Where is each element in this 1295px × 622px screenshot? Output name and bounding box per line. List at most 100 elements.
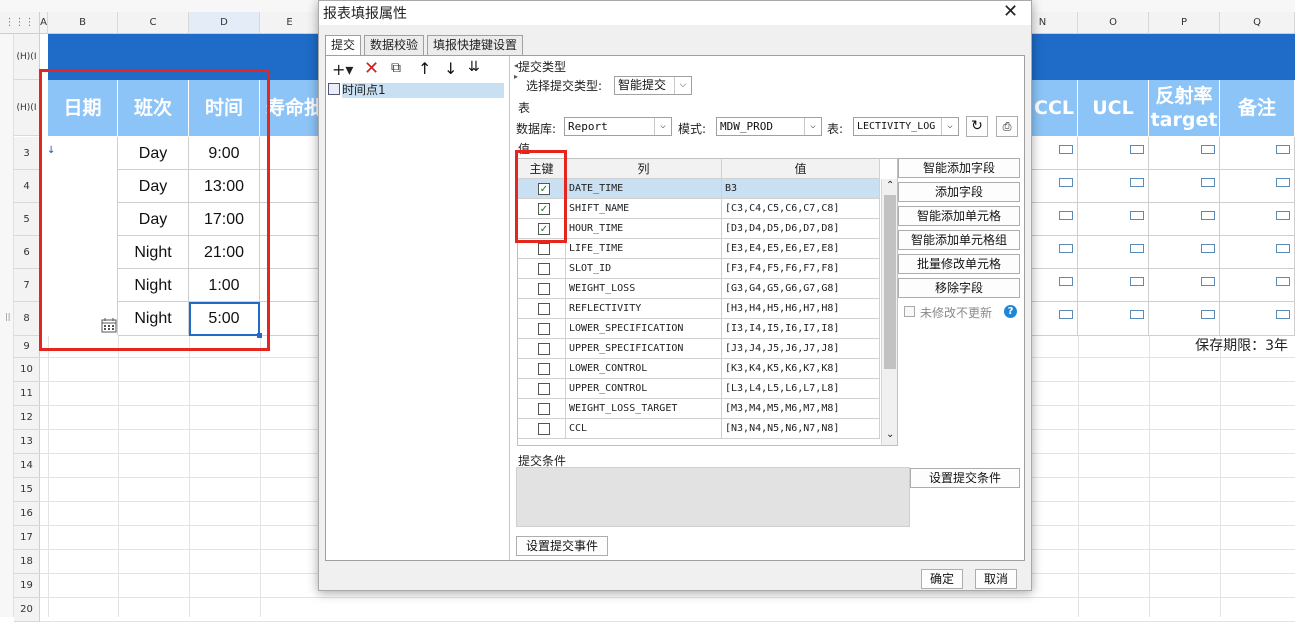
- input-cell[interactable]: [1078, 170, 1149, 203]
- column-header-o[interactable]: O: [1078, 12, 1149, 34]
- grid-scrollbar[interactable]: ⌃ ⌄: [881, 179, 897, 445]
- cell-widget[interactable]: [1059, 244, 1073, 253]
- table-row[interactable]: LOWER_SPECIFICATION [I3,I4,I5,I6,I7,I8]: [518, 319, 880, 339]
- table-row[interactable]: CCL [N3,N4,N5,N6,N7,N8]: [518, 419, 880, 439]
- row-header-7[interactable]: 7: [14, 269, 40, 302]
- input-cell[interactable]: [1149, 170, 1220, 203]
- cell-widget[interactable]: [1201, 145, 1215, 154]
- cell-widget[interactable]: [1276, 178, 1290, 187]
- value-cell[interactable]: [H3,H4,H5,H6,H7,H8]: [722, 299, 880, 319]
- value-cell[interactable]: [N3,N4,N5,N6,N7,N8]: [722, 419, 880, 439]
- primary-key-checkbox[interactable]: [538, 243, 550, 255]
- cell-widget[interactable]: [1059, 211, 1073, 220]
- value-cell[interactable]: [K3,K4,K5,K6,K7,K8]: [722, 359, 880, 379]
- set-condition-button[interactable]: 设置提交条件: [910, 468, 1020, 488]
- close-icon[interactable]: ✕: [1003, 1, 1018, 22]
- side-button[interactable]: 添加字段: [898, 182, 1020, 202]
- primary-key-checkbox[interactable]: [538, 303, 550, 315]
- schema-select[interactable]: MDW_PROD ⌵: [716, 117, 822, 136]
- input-cell[interactable]: [1078, 236, 1149, 269]
- move-bottom-icon[interactable]: ⇊: [468, 59, 480, 75]
- row-header-6[interactable]: 6: [14, 236, 40, 269]
- table-row[interactable]: LOWER_CONTROL [K3,K4,K5,K6,K7,K8]: [518, 359, 880, 379]
- input-cell[interactable]: [1078, 203, 1149, 236]
- row-header-17[interactable]: 17: [14, 526, 40, 550]
- tree-item[interactable]: 时间点1: [328, 83, 504, 99]
- value-cell[interactable]: [I3,I4,I5,I6,I7,I8]: [722, 319, 880, 339]
- cell-widget[interactable]: [1059, 277, 1073, 286]
- delete-icon[interactable]: ✕: [364, 58, 379, 79]
- row-header-13[interactable]: 13: [14, 430, 40, 454]
- input-cell[interactable]: [1032, 203, 1078, 236]
- input-cell[interactable]: [1220, 203, 1295, 236]
- row-header-11[interactable]: 11: [14, 382, 40, 406]
- cell-widget[interactable]: [1201, 277, 1215, 286]
- cell-widget[interactable]: [1276, 244, 1290, 253]
- table-row[interactable]: REFLECTIVITY [H3,H4,H5,H6,H7,H8]: [518, 299, 880, 319]
- side-button[interactable]: 智能添加字段: [898, 158, 1020, 178]
- input-cell[interactable]: [1032, 236, 1078, 269]
- row-header-5[interactable]: 5: [14, 203, 40, 236]
- input-cell[interactable]: [1149, 236, 1220, 269]
- primary-key-checkbox[interactable]: [538, 323, 550, 335]
- row-header-4[interactable]: 4: [14, 170, 40, 203]
- cell-widget[interactable]: [1276, 211, 1290, 220]
- table-row[interactable]: UPPER_CONTROL [L3,L4,L5,L6,L7,L8]: [518, 379, 880, 399]
- row-header-2[interactable]: (H)(I: [14, 80, 40, 136]
- input-cell[interactable]: [1220, 269, 1295, 302]
- cell-widget[interactable]: [1059, 178, 1073, 187]
- row-header-1[interactable]: (H)(I: [14, 34, 40, 80]
- row-header-3[interactable]: 3: [14, 137, 40, 170]
- row-header-16[interactable]: 16: [14, 502, 40, 526]
- primary-key-checkbox[interactable]: [538, 423, 550, 435]
- scroll-down-icon[interactable]: ⌄: [886, 429, 894, 440]
- value-cell[interactable]: [L3,L4,L5,L6,L7,L8]: [722, 379, 880, 399]
- primary-key-checkbox[interactable]: [538, 403, 550, 415]
- input-cell[interactable]: [1220, 137, 1295, 170]
- no-update-checkbox[interactable]: [904, 306, 915, 317]
- tab-shortcut[interactable]: 填报快捷键设置: [427, 35, 523, 55]
- condition-area[interactable]: [516, 467, 910, 527]
- input-cell[interactable]: [1032, 170, 1078, 203]
- side-button[interactable]: 智能添加单元格组: [898, 230, 1020, 250]
- tab-validation[interactable]: 数据校验: [364, 35, 424, 55]
- input-cell[interactable]: [1032, 302, 1078, 336]
- input-cell[interactable]: [1032, 137, 1078, 170]
- cell-widget[interactable]: [1201, 310, 1215, 319]
- column-header-b[interactable]: B: [48, 12, 118, 34]
- collapse-marker[interactable]: ||: [5, 312, 10, 321]
- input-cell[interactable]: [1149, 203, 1220, 236]
- primary-key-checkbox[interactable]: [538, 343, 550, 355]
- column-header-p[interactable]: P: [1149, 12, 1220, 34]
- column-header-e[interactable]: E: [260, 12, 320, 34]
- column-header-a[interactable]: A: [40, 12, 48, 34]
- cell-widget[interactable]: [1130, 277, 1144, 286]
- input-cell[interactable]: [1149, 137, 1220, 170]
- move-up-icon[interactable]: ↑: [418, 59, 431, 78]
- cell-widget[interactable]: [1130, 145, 1144, 154]
- table-row[interactable]: ✓ SHIFT_NAME [C3,C4,C5,C6,C7,C8]: [518, 199, 880, 219]
- value-cell[interactable]: [J3,J4,J5,J6,J7,J8]: [722, 339, 880, 359]
- primary-key-checkbox[interactable]: [538, 383, 550, 395]
- cell-widget[interactable]: [1276, 145, 1290, 154]
- side-button[interactable]: 批量修改单元格: [898, 254, 1020, 274]
- cell-widget[interactable]: [1130, 244, 1144, 253]
- cell-widget[interactable]: [1201, 178, 1215, 187]
- grid-header-value[interactable]: 值: [722, 159, 880, 179]
- grid-header-column[interactable]: 列: [566, 159, 722, 179]
- row-header-12[interactable]: 12: [14, 406, 40, 430]
- value-cell[interactable]: [F3,F4,F5,F6,F7,F8]: [722, 259, 880, 279]
- cell-widget[interactable]: [1059, 145, 1073, 154]
- input-cell[interactable]: [1149, 302, 1220, 336]
- value-cell[interactable]: B3: [722, 179, 880, 199]
- primary-key-checkbox[interactable]: [538, 263, 550, 275]
- cell-widget[interactable]: [1130, 178, 1144, 187]
- table-row[interactable]: SLOT_ID [F3,F4,F5,F6,F7,F8]: [518, 259, 880, 279]
- add-icon[interactable]: +▾: [332, 60, 353, 79]
- submit-type-select[interactable]: 智能提交 ⌵: [614, 76, 692, 95]
- cell-widget[interactable]: [1201, 244, 1215, 253]
- row-header-19[interactable]: 19: [14, 574, 40, 598]
- db-select[interactable]: Report ⌵: [564, 117, 672, 136]
- row-header-10[interactable]: 10: [14, 358, 40, 382]
- cell-widget[interactable]: [1201, 211, 1215, 220]
